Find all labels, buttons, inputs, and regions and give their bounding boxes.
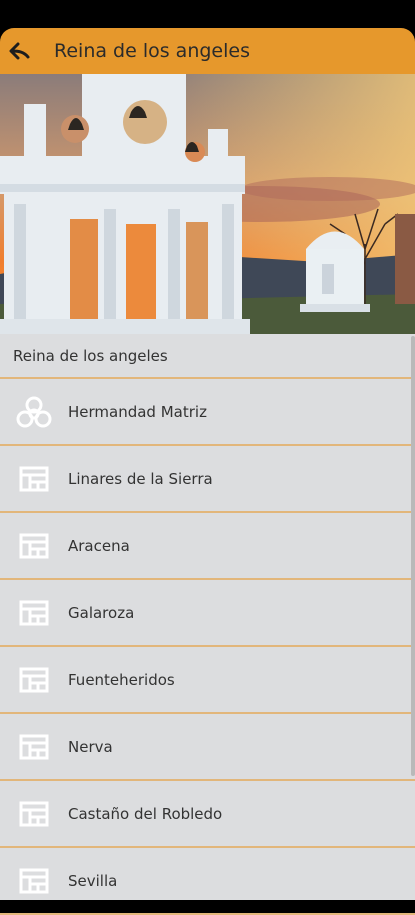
building-grid-icon (14, 861, 54, 901)
hero-image (0, 74, 415, 334)
scrollbar[interactable] (411, 336, 415, 776)
back-button[interactable] (0, 28, 40, 74)
list-item-castano-del-robledo[interactable]: Castaño del Robledo (0, 781, 415, 848)
list-item-label: Castaño del Robledo (68, 804, 223, 823)
building-grid-icon (14, 727, 54, 767)
building-grid-icon (14, 660, 54, 700)
list-area: Reina de los angeles Hermandad Matriz Li… (0, 334, 415, 915)
list-item-label: Sevilla (68, 871, 118, 890)
list-item-hermandad-matriz[interactable]: Hermandad Matriz (0, 379, 415, 446)
list-item-label: Fuenteheridos (68, 670, 175, 689)
page-title: Reina de los angeles (54, 40, 250, 62)
building-grid-icon (14, 794, 54, 834)
list-item-linares-de-la-sierra[interactable]: Linares de la Sierra (0, 446, 415, 513)
list-item-nerva[interactable]: Nerva (0, 714, 415, 781)
list-item-label: Linares de la Sierra (68, 469, 213, 488)
building-grid-icon (14, 593, 54, 633)
list-item-aracena[interactable]: Aracena (0, 513, 415, 580)
list-item-galaroza[interactable]: Galaroza (0, 580, 415, 647)
building-grid-icon (14, 526, 54, 566)
list-item-label: Aracena (68, 536, 130, 555)
list-item-sevilla[interactable]: Sevilla (0, 848, 415, 915)
building-grid-icon (14, 459, 54, 499)
section-title: Reina de los angeles (0, 334, 415, 379)
list-item-fuenteheridos[interactable]: Fuenteheridos (0, 647, 415, 714)
list-item-label: Nerva (68, 737, 113, 756)
trinity-knot-icon (14, 392, 54, 432)
app-bar: Reina de los angeles (0, 28, 415, 74)
status-bar (0, 0, 415, 28)
list-item-label: Hermandad Matriz (68, 402, 207, 421)
list-item-label: Galaroza (68, 603, 135, 622)
back-arrow-icon (9, 42, 30, 60)
